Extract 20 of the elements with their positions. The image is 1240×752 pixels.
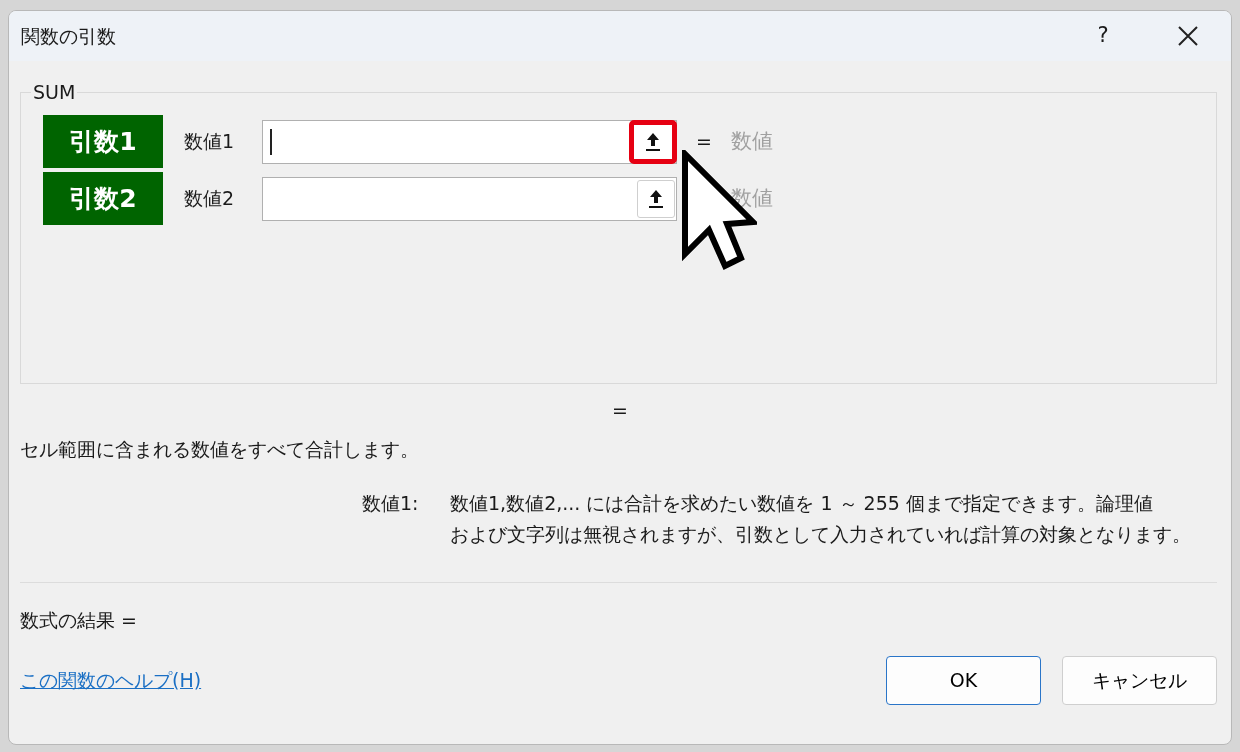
argument-tag: 引数2 <box>43 172 163 225</box>
argument-field[interactable] <box>262 176 677 221</box>
argument-tag: 引数1 <box>43 115 163 168</box>
ok-button[interactable]: OK <box>886 656 1041 705</box>
close-icon <box>1177 25 1199 47</box>
function-description: セル範囲に含まれる数値をすべて合計します。 <box>20 438 419 460</box>
formula-value: = <box>612 399 628 421</box>
argument-label: 数値1 <box>183 129 236 155</box>
window-title: 関数の引数 <box>21 23 116 49</box>
argument-help-text: 数値1,数値2,... には合計を求めたい数値を 1 ～ 255 個まで指定できます。論理値 および文字列は無視されますが、引数として入力されていれば計算の対象となります。 <box>450 490 1191 547</box>
formula-result: 数式の結果 = <box>20 608 137 631</box>
cancel-button[interactable]: キャンセル <box>1062 656 1217 705</box>
argument-help-label: 数値1: <box>362 490 420 516</box>
collapse-button[interactable] <box>629 119 677 164</box>
equals-sign: = <box>695 129 713 155</box>
help-link[interactable]: この関数のヘルプ(H) <box>20 666 202 695</box>
argument-result: 数値 <box>731 127 773 155</box>
argument-field[interactable] <box>262 119 677 164</box>
argument-label: 数値2 <box>183 186 236 212</box>
help-button[interactable]: ? <box>1079 20 1127 52</box>
